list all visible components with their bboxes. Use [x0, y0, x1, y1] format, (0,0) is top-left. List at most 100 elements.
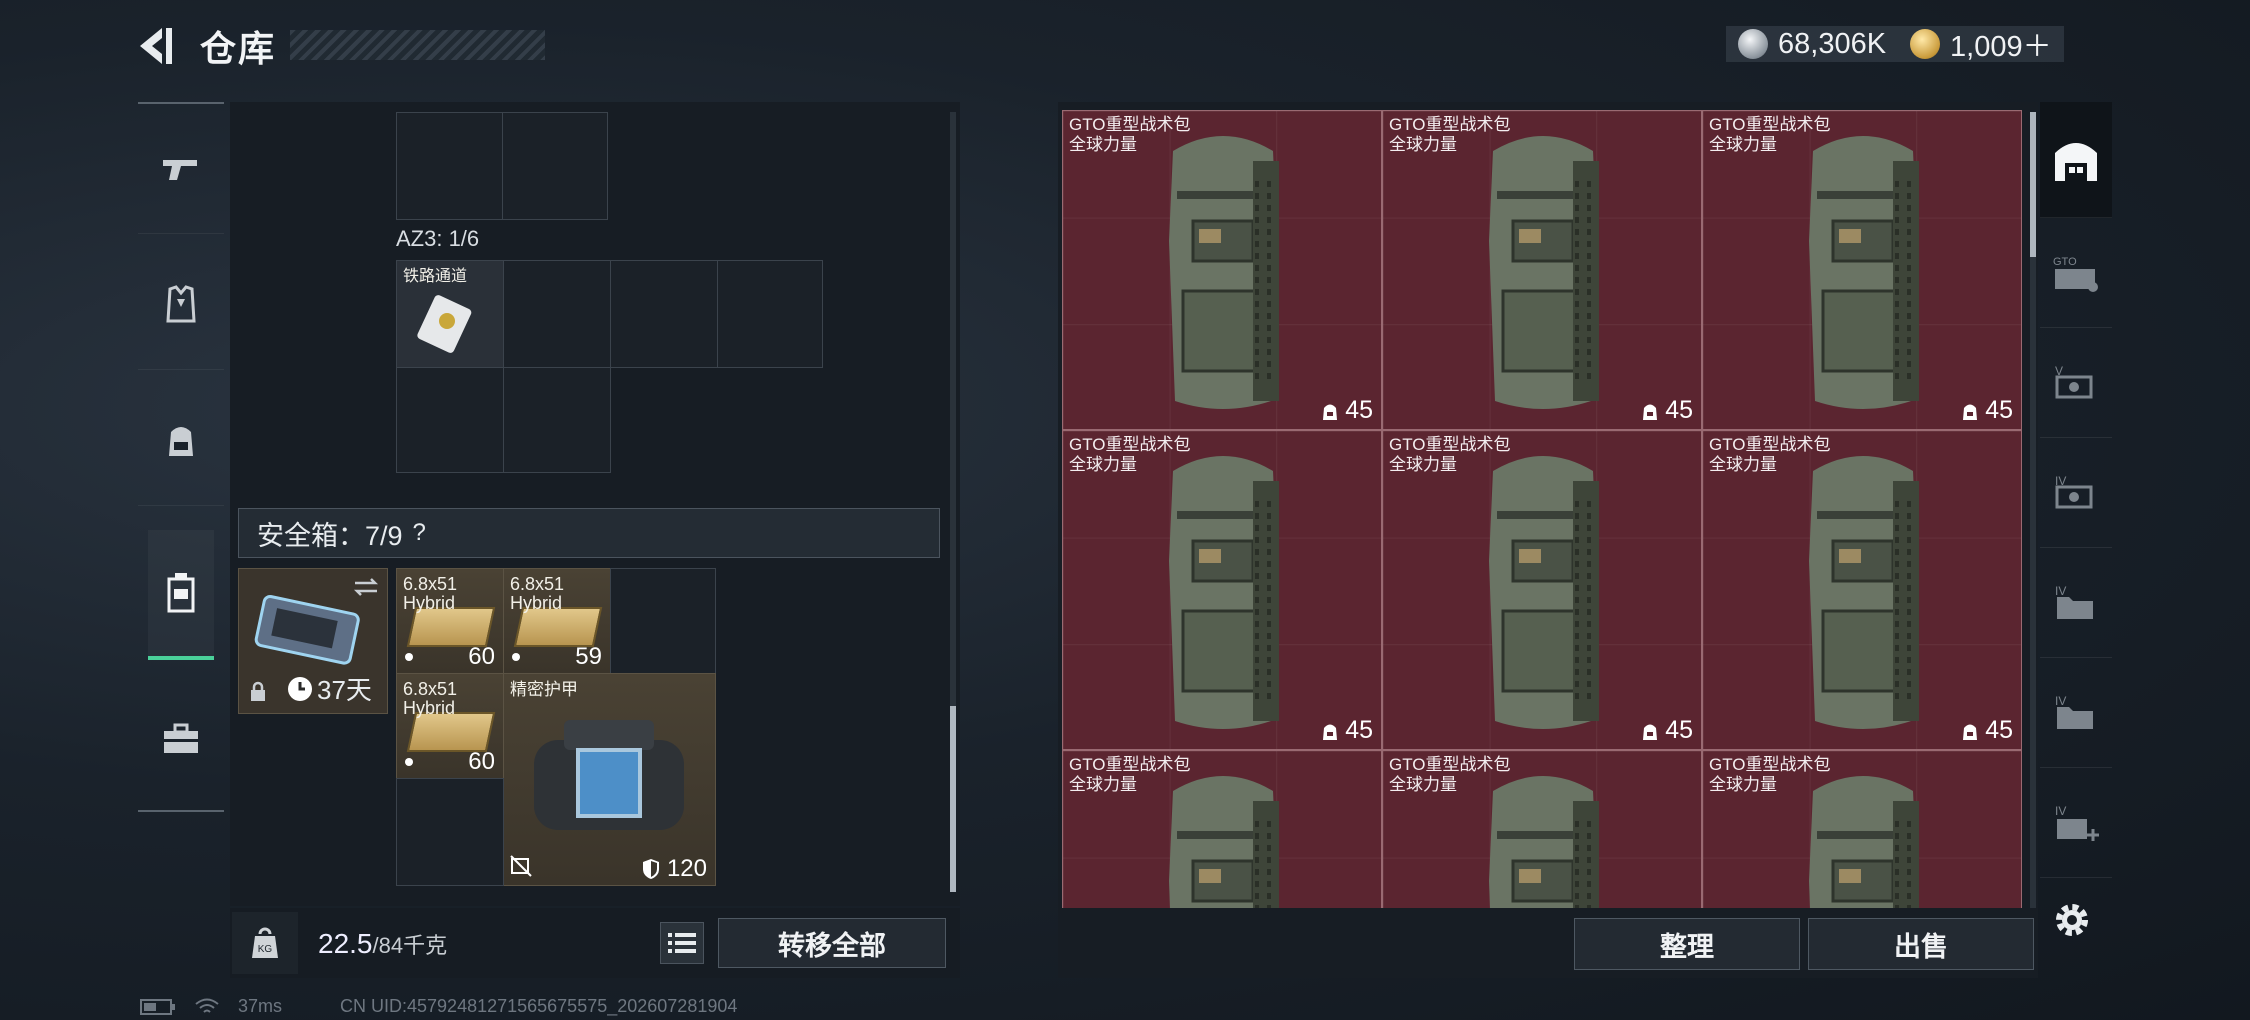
status-bar: 37ms CN UID:45792481271565675575_2026072…: [140, 996, 737, 1017]
back-arrow-icon: [140, 28, 172, 64]
tab-safe-box[interactable]: [148, 530, 214, 660]
item-slot-railway-pass[interactable]: 铁路通道: [396, 260, 504, 368]
stash-item-tile[interactable]: GTO重型战术包全球力量45: [1382, 750, 1702, 908]
swap-icon[interactable]: [353, 577, 379, 597]
tactical-backpack-icon: [1489, 456, 1599, 729]
armor-name: 精密护甲: [510, 680, 578, 699]
armor-durability: 120: [641, 855, 707, 883]
help-icon[interactable]: ?: [413, 519, 426, 547]
stash-page-iv-c[interactable]: IV: [2040, 658, 2112, 768]
stash-page-gto[interactable]: GTO: [2040, 218, 2112, 328]
armor-item[interactable]: 精密护甲 120: [503, 673, 716, 886]
tab-armor[interactable]: [138, 240, 224, 370]
timer: 37天: [287, 670, 372, 707]
ammo-item[interactable]: 6.8x51 Hybrid 60: [396, 673, 504, 779]
grid-slot[interactable]: [503, 367, 611, 473]
latency: 37ms: [238, 996, 283, 1016]
grid-slot[interactable]: [396, 778, 504, 886]
category-rail: [138, 102, 224, 812]
svg-text:IV: IV: [2055, 584, 2066, 598]
folder-iv-icon: IV: [2055, 584, 2093, 619]
safe-case-icon: [254, 594, 360, 665]
weight-max: /84千克: [372, 933, 448, 958]
page-title: 仓库: [200, 28, 277, 69]
silver-coin-icon: [1738, 29, 1768, 59]
stash-page-iv-a[interactable]: IV: [2040, 438, 2112, 548]
case-iv-icon: IV: [2055, 474, 2093, 508]
stash-item-tile[interactable]: GTO重型战术包全球力量45: [1062, 750, 1382, 908]
stash-item-tile[interactable]: GTO重型战术包全球力量45: [1382, 430, 1702, 750]
pistol-icon: [163, 159, 197, 180]
backpack-capacity-icon: [1323, 404, 1338, 420]
grid-slot[interactable]: [503, 260, 611, 368]
backpack-icon: [169, 426, 193, 456]
back-button[interactable]: [130, 22, 182, 70]
tab-weapons[interactable]: [138, 104, 224, 234]
armor-vest-icon: [166, 284, 196, 322]
stash-item-tile[interactable]: GTO重型战术包全球力量45: [1702, 750, 2022, 908]
stash-page-add[interactable]: IV: [2040, 768, 2112, 878]
stash-page-v[interactable]: V: [2040, 328, 2112, 438]
safe-box-container[interactable]: 37天: [238, 568, 388, 714]
grid-divider: [502, 112, 503, 220]
settings-button[interactable]: [2050, 898, 2094, 942]
svg-text:IV: IV: [2055, 804, 2066, 818]
tab-backpack[interactable]: [138, 376, 224, 506]
transfer-all-button[interactable]: 转移全部: [718, 918, 946, 968]
weight-readout: 22.5/84千克: [318, 928, 447, 960]
stash-item-tile[interactable]: GTO重型战术包全球力量45: [1062, 110, 1382, 430]
ammo-item[interactable]: 6.8x51 Hybrid 59: [503, 568, 611, 674]
tactical-backpack-icon: [1809, 456, 1919, 729]
svg-text:GTO: GTO: [2053, 256, 2077, 268]
shield-icon: [642, 859, 659, 879]
stash-item-tile[interactable]: GTO重型战术包全球力量45: [1702, 430, 2022, 750]
ammo-dot-icon: [405, 653, 413, 661]
tactical-backpack-icon: [1489, 776, 1599, 908]
ammo-count: 59: [575, 643, 602, 670]
ammo-item[interactable]: 6.8x51 Hybrid 60: [396, 568, 504, 674]
container-label: AZ3: 1/6: [396, 226, 480, 251]
grid-slot[interactable]: [610, 260, 718, 368]
svg-text:IV: IV: [2055, 694, 2066, 708]
title-decoration: [290, 30, 545, 60]
warehouse-icon: [2055, 142, 2097, 181]
tactical-backpack-icon: [1809, 776, 1919, 908]
list-icon: [668, 933, 696, 953]
list-view-button[interactable]: [660, 922, 704, 964]
folder-iv-icon: IV: [2055, 694, 2093, 729]
silver-amount: 68,306K: [1778, 27, 1887, 60]
tactical-backpack-icon: [1489, 136, 1599, 409]
stash-scroll-thumb[interactable]: [2030, 112, 2036, 257]
safe-box-icon: [167, 573, 195, 613]
organize-button[interactable]: 整理: [1574, 918, 1800, 970]
timer-value: 37天: [317, 675, 372, 705]
tile-item-count: 45: [1961, 396, 2013, 425]
stash-item-tile[interactable]: GTO重型战术包全球力量45: [1382, 110, 1702, 430]
briefcase-icon: [164, 723, 198, 753]
backpack-capacity-icon: [1963, 724, 1978, 740]
svg-text:KG: KG: [258, 944, 273, 955]
currency-display: 68,306K 1,009＋: [1726, 23, 2064, 65]
stash-item-tile[interactable]: GTO重型战术包全球力量45: [1062, 430, 1382, 750]
tile-item-count: 45: [1961, 716, 2013, 745]
tactical-backpack-icon: [1169, 136, 1279, 409]
gold-coin-icon: [1910, 29, 1941, 59]
backpack-capacity-icon: [1963, 404, 1978, 420]
stash-page-iv-b[interactable]: IV: [2040, 548, 2112, 658]
ammo-caliber: 6.8x51 Hybrid: [403, 574, 458, 613]
sell-button[interactable]: 出售: [1808, 918, 2034, 970]
stash-page-main[interactable]: [2040, 102, 2112, 218]
armor-bag-icon: [534, 720, 684, 830]
grid-slot[interactable]: [396, 367, 504, 473]
weight-lock-button[interactable]: KG: [232, 912, 298, 974]
ammo-caliber: 6.8x51 Hybrid: [403, 679, 458, 718]
stash-page-rail: GTO V IV IV IV IV: [2040, 102, 2112, 902]
grid-slot[interactable]: [610, 568, 716, 674]
inventory-scroll-thumb[interactable]: [950, 706, 956, 892]
ammo-dot-icon: [405, 758, 413, 766]
grid-slot[interactable]: [717, 260, 823, 368]
gold-amount[interactable]: 1,009＋: [1950, 23, 2052, 65]
tab-equipment-case[interactable]: [138, 674, 224, 804]
safe-box-label: 安全箱：7/9: [257, 520, 403, 551]
stash-item-tile[interactable]: GTO重型战术包全球力量45: [1702, 110, 2022, 430]
